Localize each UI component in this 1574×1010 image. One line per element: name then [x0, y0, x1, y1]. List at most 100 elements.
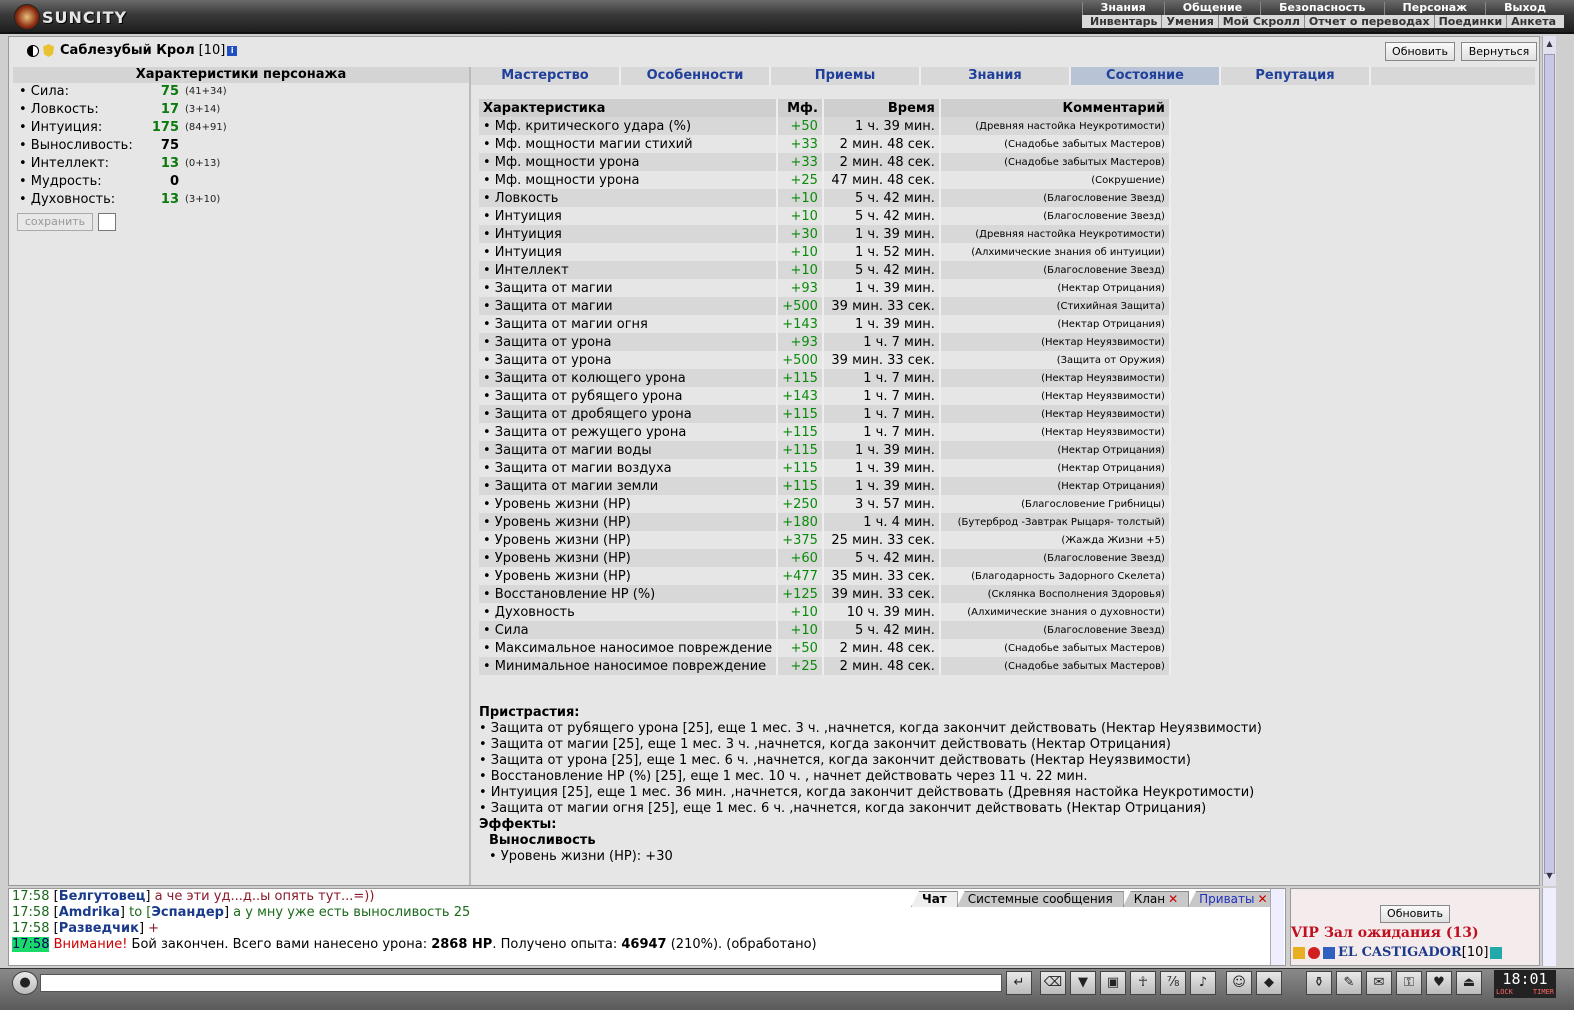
effect-time: 1 ч. 39 мин.	[823, 459, 941, 477]
effect-characteristic: • Защита от урона	[479, 351, 779, 369]
table-row: • Защита от магии +93 1 ч. 39 мин. (Нектар …	[479, 279, 1171, 297]
submenu-profile[interactable]: Анкета	[1507, 15, 1560, 28]
tab-state[interactable]: Состояние	[1071, 67, 1221, 85]
effect-time: 2 мин. 48 сек.	[823, 639, 941, 657]
chat-nick[interactable]: Разведчик	[59, 921, 139, 936]
chat-mode-icon[interactable]: ●	[12, 971, 38, 995]
crown-icon[interactable]	[1293, 946, 1305, 959]
exit-icon[interactable]: ⏏	[1456, 971, 1482, 995]
chat-time[interactable]: 17:58	[12, 937, 50, 952]
effect-mf: +33	[778, 135, 824, 153]
effect-time: 1 ч. 39 мин.	[823, 279, 941, 297]
lock-icon[interactable]: ⚿	[1396, 971, 1422, 995]
table-row: • Интуиция +30 1 ч. 39 мин. (Древняя настой…	[479, 225, 1171, 243]
header-mf: Мф.	[778, 99, 824, 117]
close-icon[interactable]: ✕	[1258, 892, 1268, 906]
main-scrollbar[interactable]: ▲ ▼	[1542, 36, 1556, 886]
submenu-transfer-report[interactable]: Отчет о переводах	[1305, 15, 1435, 28]
effect-mf: +115	[778, 369, 824, 387]
effect-comment: (Нектар Неуязвимости)	[940, 369, 1171, 387]
room-refresh-button[interactable]: Обновить	[1380, 905, 1450, 923]
chat-to-nick[interactable]: Эспандер	[151, 905, 224, 920]
clock[interactable]: 18:01 LOCK TIMER	[1494, 970, 1556, 998]
menu-knowledge[interactable]: Знания	[1081, 2, 1164, 15]
save-log-icon[interactable]: ▣	[1100, 971, 1126, 995]
scroll-up-icon[interactable]: ▲	[1544, 38, 1555, 50]
room-scrollbar[interactable]	[1542, 888, 1556, 966]
chat-time[interactable]: 17:58	[12, 921, 49, 936]
translit-icon[interactable]: ⅞	[1160, 971, 1186, 995]
room-user-name[interactable]: EL CASTIGADOR	[1338, 945, 1462, 960]
effect-mf: +250	[778, 495, 824, 513]
effect-characteristic: • Восстановление HP (%)	[479, 585, 779, 603]
effect-mf: +180	[778, 513, 824, 531]
info-icon[interactable]	[1490, 946, 1503, 959]
walk-icon[interactable]: ☥	[1130, 971, 1156, 995]
tab-knowledge[interactable]: Знания	[921, 67, 1071, 85]
effect-comment: (Древняя настойка Неукротимости)	[940, 117, 1171, 135]
tab-bar: Мастерство Особенности Приемы Знания Сос…	[471, 67, 1535, 85]
scrollbar-thumb[interactable]	[1544, 54, 1555, 874]
effect-time: 1 ч. 7 мин.	[823, 405, 941, 423]
chat-time[interactable]: 17:58	[12, 889, 49, 904]
effect-comment: (Благословение Звезд)	[940, 261, 1171, 279]
scroll-down-icon[interactable]: ▼	[1544, 870, 1555, 882]
chat-tab-clan[interactable]: Клан ✕	[1122, 891, 1190, 907]
save-checkbox[interactable]	[98, 213, 116, 231]
save-button[interactable]: сохранить	[17, 213, 93, 231]
submenu-my-scroll[interactable]: Мой Скролл	[1219, 15, 1305, 28]
chat-nick[interactable]: Белгутовец	[59, 889, 146, 904]
effect-time: 1 ч. 39 мин.	[823, 117, 941, 135]
menu-character[interactable]: Персонаж	[1383, 2, 1486, 15]
chat-nick[interactable]: Amdrika	[59, 905, 120, 920]
close-icon[interactable]: ✕	[1168, 892, 1178, 906]
back-button[interactable]: Вернуться	[1461, 42, 1537, 61]
menu-communication[interactable]: Общение	[1163, 2, 1260, 15]
timer-label[interactable]: TIMER	[1533, 988, 1554, 997]
eraser-icon[interactable]: ⌫	[1040, 971, 1066, 995]
menu-security[interactable]: Безопасность	[1260, 2, 1383, 15]
room-user: EL CASTIGADOR [10]	[1293, 945, 1505, 960]
submenu-skills[interactable]: Умения	[1162, 15, 1219, 28]
chat-time[interactable]: 17:58	[12, 905, 49, 920]
info-icon[interactable]: i	[227, 45, 238, 56]
stat-name: • Мудрость:	[19, 174, 102, 189]
helmet-icon[interactable]: ◆	[1256, 971, 1282, 995]
chat-tab-chat[interactable]: Чат	[911, 891, 958, 907]
effect-time: 35 мин. 33 сек.	[823, 567, 941, 585]
character-name: Саблезубый Крол	[60, 43, 195, 58]
effect-characteristic: • Минимальное наносимое повреждение	[479, 657, 779, 675]
chat-tab-system[interactable]: Системные сообщения	[956, 891, 1124, 907]
filter-icon[interactable]: ▼	[1070, 971, 1096, 995]
effect-time: 2 мин. 48 сек.	[823, 153, 941, 171]
heart-icon[interactable]: ♥	[1426, 971, 1452, 995]
chat-scrollbar[interactable]	[1270, 889, 1284, 965]
tab-features[interactable]: Особенности	[621, 67, 771, 85]
music-icon[interactable]: ♪	[1190, 971, 1216, 995]
effect-time: 39 мин. 33 сек.	[823, 351, 941, 369]
send-icon[interactable]: ↵	[1006, 971, 1032, 995]
clan-shield-icon[interactable]	[43, 44, 54, 57]
submenu-inventory[interactable]: Инвентарь	[1086, 15, 1163, 28]
mail-icon[interactable]: ✉	[1366, 971, 1392, 995]
tab-techniques[interactable]: Приемы	[771, 67, 921, 85]
effect-characteristic: • Уровень жизни (HP)	[479, 531, 779, 549]
status-icon[interactable]	[1308, 946, 1320, 959]
chat-input[interactable]	[40, 974, 1002, 992]
clan-icon[interactable]	[1323, 946, 1335, 959]
refresh-button[interactable]: Обновить	[1385, 42, 1455, 61]
chat-tab-privates-label: Приваты	[1199, 892, 1255, 906]
tab-reputation[interactable]: Репутация	[1221, 67, 1371, 85]
scroll-icon[interactable]: ✎	[1336, 971, 1362, 995]
chat-tab-privates[interactable]: Приваты ✕	[1188, 891, 1279, 907]
potion-icon[interactable]: ⚱	[1306, 971, 1332, 995]
clock-time: 18:01	[1502, 970, 1548, 988]
smile-icon[interactable]: ☺	[1226, 971, 1252, 995]
table-row: • Защита от магии воздуха +115 1 ч. 39 мин…	[479, 459, 1171, 477]
submenu-duels[interactable]: Поединки	[1435, 15, 1508, 28]
menu-exit[interactable]: Выход	[1485, 2, 1564, 15]
lock-label[interactable]: LOCK	[1496, 988, 1513, 997]
logo[interactable]: SUNCITY	[14, 3, 127, 31]
tab-mastery[interactable]: Мастерство	[471, 67, 621, 85]
alignment-icon[interactable]	[27, 44, 39, 57]
